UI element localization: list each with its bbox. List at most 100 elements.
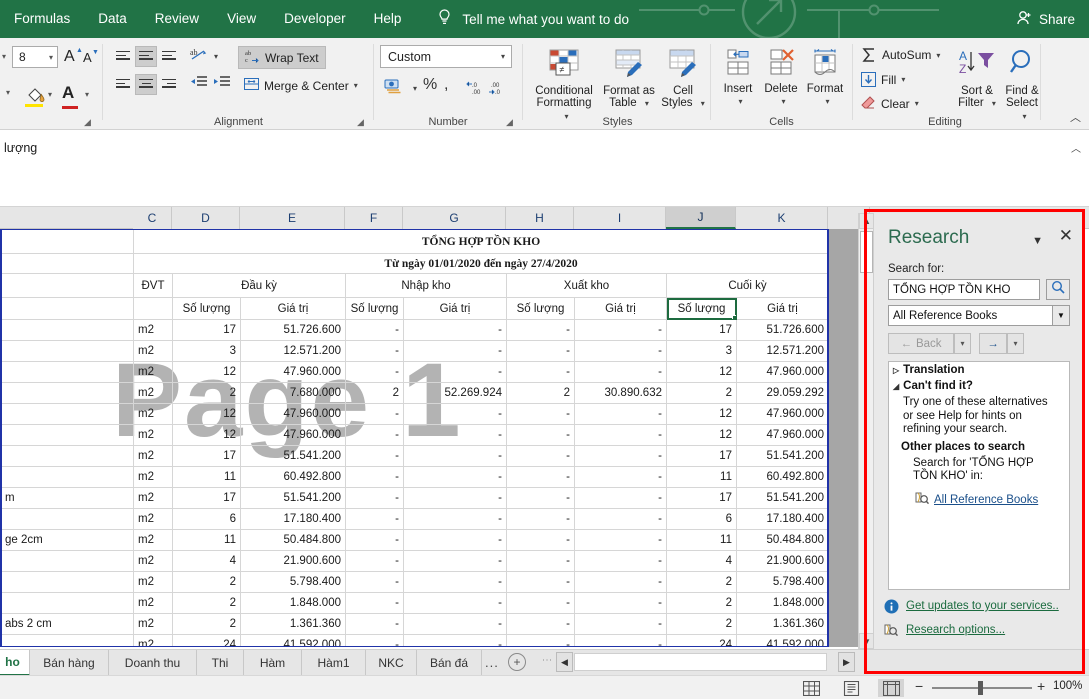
cell-xuatkho-giatri[interactable]: - (575, 320, 667, 341)
column-header-d[interactable]: D (172, 207, 240, 229)
header-sub-6[interactable]: Số lượng (667, 298, 737, 320)
cell-xuatkho-soluong[interactable]: - (507, 341, 575, 362)
cell-nhapkho-soluong[interactable]: - (346, 320, 404, 341)
cell-dauky-giatri[interactable]: 47.960.000 (241, 425, 346, 446)
scroll-left-button[interactable]: ◀ (556, 652, 573, 672)
cell-dauky-giatri[interactable]: 7.680.000 (241, 383, 346, 404)
sheet-tab-ho[interactable]: ho (0, 650, 30, 676)
cell-nhapkho-soluong[interactable]: - (346, 341, 404, 362)
cell-cuoiky-giatri[interactable]: 5.798.400 (737, 572, 829, 593)
cell-cuoiky-giatri[interactable]: 41.592.000 (737, 635, 829, 648)
cell-cuoiky-soluong[interactable]: 11 (667, 530, 737, 551)
add-sheet-button[interactable]: + (508, 653, 526, 671)
forward-history-caret-icon[interactable]: ▾ (1007, 333, 1024, 354)
cell-dvt[interactable]: m2 (134, 425, 173, 446)
header-sub-4[interactable]: Số lượng (507, 298, 575, 320)
format-as-table-button[interactable]: Format as Table ▾ (601, 44, 657, 111)
cell-xuatkho-soluong[interactable]: - (507, 551, 575, 572)
scroll-right-button[interactable]: ▶ (838, 652, 855, 672)
cell-cuoiky-soluong[interactable]: 17 (667, 446, 737, 467)
cell-cuoiky-giatri[interactable]: 60.492.800 (737, 467, 829, 488)
header-cuoi-ky[interactable]: Cuối kỳ (667, 274, 829, 298)
table-row[interactable]: ge 2cmm21150.484.800----1150.484.800 (1, 530, 829, 551)
all-reference-books-row[interactable]: All Reference Books (889, 491, 1069, 510)
cell-nhapkho-soluong[interactable]: - (346, 530, 404, 551)
cell-nhapkho-soluong[interactable]: - (346, 551, 404, 572)
vertical-scrollbar[interactable]: ▲ ▼ (858, 213, 874, 649)
cell-dauky-soluong[interactable]: 12 (173, 404, 241, 425)
autosum-caret-icon[interactable]: ▾ (936, 51, 940, 60)
cell-dauky-giatri[interactable]: 51.541.200 (241, 446, 346, 467)
cell-nhapkho-soluong[interactable]: - (346, 362, 404, 383)
table-row[interactable]: m21247.960.000----1247.960.000 (1, 425, 829, 446)
cell-nhapkho-giatri[interactable]: - (404, 593, 507, 614)
cell-dauky-giatri[interactable]: 41.592.000 (241, 635, 346, 648)
cell-dvt[interactable]: m2 (134, 593, 173, 614)
cell-cuoiky-giatri[interactable]: 47.960.000 (737, 425, 829, 446)
accounting-format-icon[interactable] (384, 78, 404, 100)
merge-center-caret-icon[interactable]: ▾ (354, 81, 358, 90)
cell-nhapkho-giatri[interactable]: - (404, 467, 507, 488)
font-name-caret-icon[interactable]: ▾ (2, 52, 6, 61)
align-right-button[interactable] (158, 74, 180, 95)
cell-nhapkho-soluong[interactable]: - (346, 404, 404, 425)
cell-nhapkho-giatri[interactable]: - (404, 614, 507, 635)
cell-cuoiky-soluong[interactable]: 17 (667, 488, 737, 509)
get-updates-link[interactable]: Get updates to your services.. (906, 600, 1059, 612)
cell-nhapkho-giatri[interactable]: - (404, 635, 507, 648)
cell-dauky-giatri[interactable]: 60.492.800 (241, 467, 346, 488)
number-dialog-launcher[interactable]: ◢ (506, 117, 516, 127)
percent-style-button[interactable]: % (423, 76, 437, 94)
table-row[interactable]: TỔNG HỢP TỒN KHO (1, 230, 829, 254)
ribbon-tab-developer[interactable]: Developer (270, 0, 360, 38)
format-cells-button[interactable]: Format ▾ (803, 44, 847, 109)
sheet-tab-nkc[interactable]: NKC (366, 650, 417, 676)
cell-dauky-giatri[interactable]: 47.960.000 (241, 404, 346, 425)
cell-dauky-soluong[interactable]: 2 (173, 383, 241, 404)
search-input[interactable]: TỔNG HỢP TỒN KHO (888, 279, 1040, 300)
cell-xuatkho-soluong[interactable]: - (507, 320, 575, 341)
text-orientation-button[interactable]: ab (188, 46, 210, 67)
column-header-c[interactable]: C (133, 207, 172, 229)
cell-styles-button[interactable]: Cell Styles ▾ (659, 44, 707, 111)
header-sub-1[interactable]: Giá trị (241, 298, 346, 320)
cell-cuoiky-soluong[interactable]: 2 (667, 383, 737, 404)
sheet-tab-bán-đá[interactable]: Bán đá (417, 650, 482, 676)
cell-dvt[interactable]: m2 (134, 635, 173, 648)
cell-item-name[interactable]: ge 2cm (1, 530, 134, 551)
cell-xuatkho-soluong[interactable]: - (507, 404, 575, 425)
cell-dauky-soluong[interactable]: 17 (173, 446, 241, 467)
cell-cuoiky-soluong[interactable]: 11 (667, 467, 737, 488)
number-format-select[interactable]: Custom ▾ (380, 45, 512, 68)
sheet-tab-doanh-thu[interactable]: Doanh thu (109, 650, 197, 676)
cell-nhapkho-giatri[interactable]: - (404, 341, 507, 362)
cell-dauky-giatri[interactable]: 50.484.800 (241, 530, 346, 551)
column-header-k[interactable]: K (736, 207, 828, 229)
cell-dauky-giatri[interactable]: 17.180.400 (241, 509, 346, 530)
cell-nhapkho-soluong[interactable]: - (346, 488, 404, 509)
table-row[interactable]: m2617.180.400----617.180.400 (1, 509, 829, 530)
cell-item-name[interactable]: abs 2 cm (1, 614, 134, 635)
cell-cuoiky-giatri[interactable]: 17.180.400 (737, 509, 829, 530)
ribbon-tab-review[interactable]: Review (141, 0, 213, 38)
autosum-button[interactable]: AutoSum ▾ (861, 47, 940, 63)
cell-item-name[interactable] (1, 446, 134, 467)
cell-cuoiky-soluong[interactable]: 2 (667, 614, 737, 635)
table-row[interactable]: abs 2 cmm221.361.360----21.361.360 (1, 614, 829, 635)
text-orientation-caret-icon[interactable]: ▾ (214, 52, 218, 61)
cell-xuatkho-giatri[interactable]: - (575, 404, 667, 425)
cell-dauky-soluong[interactable]: 17 (173, 320, 241, 341)
cell-dauky-soluong[interactable]: 4 (173, 551, 241, 572)
cell-cuoiky-soluong[interactable]: 3 (667, 341, 737, 362)
number-format-caret-icon[interactable]: ▾ (501, 52, 505, 61)
cell-dvt[interactable]: m2 (134, 446, 173, 467)
research-options-link[interactable]: Research options... (906, 624, 1005, 636)
cell-nhapkho-giatri[interactable]: - (404, 362, 507, 383)
merge-center-button[interactable]: Merge & Center ▾ (238, 74, 364, 97)
cell-dvt[interactable]: m2 (134, 614, 173, 635)
cell-nhapkho-soluong[interactable]: - (346, 509, 404, 530)
table-row[interactable]: ĐVTĐầu kỳNhập khoXuất khoCuối kỳ (1, 274, 829, 298)
cell-nhapkho-giatri[interactable]: - (404, 572, 507, 593)
cell-xuatkho-giatri[interactable]: - (575, 509, 667, 530)
cell-item-name[interactable] (1, 467, 134, 488)
